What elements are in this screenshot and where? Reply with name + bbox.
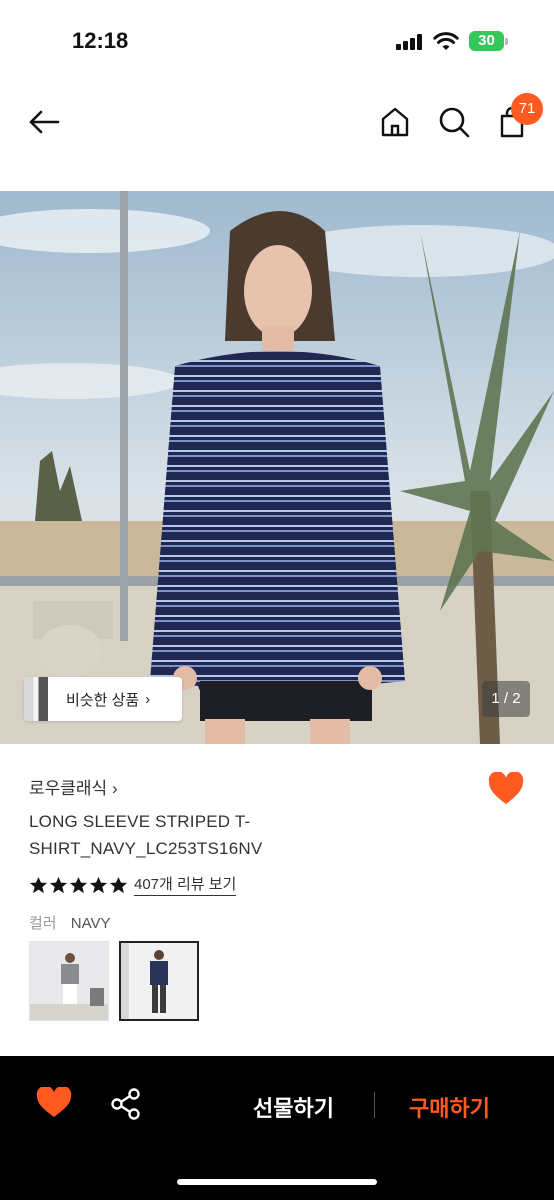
home-indicator (177, 1179, 377, 1185)
star-icon (89, 876, 108, 893)
share-icon[interactable] (108, 1086, 144, 1122)
rating-stars (29, 876, 128, 895)
back-arrow-icon[interactable] (26, 104, 62, 140)
view-reviews-link[interactable]: 407개 리뷰 보기 (134, 875, 237, 896)
brand-link[interactable]: 로우클래식 › (29, 774, 118, 799)
color-value: NAVY (70, 915, 111, 932)
swatch-photo-grey (30, 942, 108, 1020)
star-icon (29, 876, 48, 893)
rating-row: 407개 리뷰 보기 (29, 873, 237, 897)
status-time: 12:18 (72, 28, 129, 53)
star-icon (69, 876, 88, 893)
gift-button[interactable]: 선물하기 (253, 1091, 334, 1123)
chevron-right-icon: › (145, 690, 151, 708)
color-swatch-navy[interactable] (119, 941, 199, 1021)
buy-button[interactable]: 구매하기 (409, 1091, 490, 1123)
home-icon[interactable] (377, 104, 413, 140)
wishlist-heart-icon[interactable] (488, 772, 524, 806)
wifi-icon (433, 32, 459, 50)
swatch-photo-navy (121, 943, 197, 1019)
color-swatch-grey[interactable] (29, 941, 109, 1021)
similar-products-label: 비슷한 상품 (66, 691, 140, 709)
similar-products-button[interactable]: 비슷한 상품 › (24, 677, 182, 721)
product-photo-illustration (0, 191, 554, 744)
cart-count-badge: 71 (511, 93, 543, 125)
battery-icon: 30 (469, 31, 509, 51)
battery-level: 30 (478, 32, 495, 49)
product-title: LONG SLEEVE STRIPED T-SHIRT_NAVY_LC253TS… (29, 812, 263, 858)
similar-products-thumbnail (24, 677, 48, 721)
star-icon (49, 876, 68, 893)
heart-icon[interactable] (36, 1087, 72, 1119)
brand-name: 로우클래식 (29, 779, 108, 798)
status-bar: 12:18 30 (0, 0, 554, 80)
color-option-row: 컬러 NAVY (29, 912, 111, 933)
star-icon (109, 876, 128, 893)
search-icon[interactable] (436, 104, 472, 140)
cellular-signal-icon (396, 34, 424, 50)
image-page-indicator: 1 / 2 (482, 681, 530, 717)
chevron-right-icon: › (111, 779, 118, 798)
top-nav (0, 90, 554, 170)
color-label: 컬러 (29, 915, 57, 932)
product-image[interactable] (0, 191, 554, 744)
bottom-action-bar: 선물하기 구매하기 (0, 1056, 554, 1200)
divider (374, 1092, 375, 1118)
